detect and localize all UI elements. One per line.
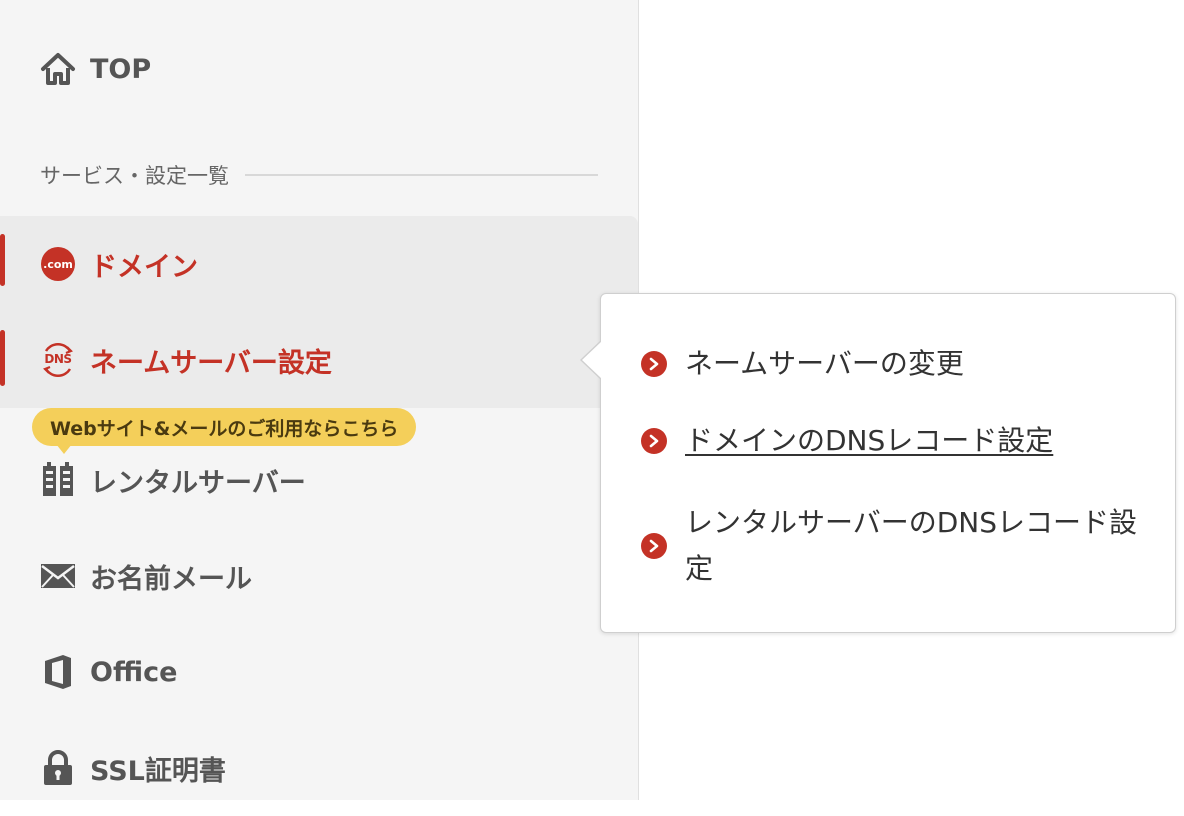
sidebar: TOP サービス・設定一覧 .com ドメイン DNS ネームサーバー設定 We… bbox=[0, 0, 639, 800]
sidebar-item-ssl[interactable]: SSL証明書 bbox=[0, 720, 638, 816]
chevron-right-icon bbox=[641, 533, 667, 559]
sidebar-item-nameserver[interactable]: DNS ネームサーバー設定 bbox=[0, 312, 638, 408]
popover-arrow-inner bbox=[582, 341, 602, 379]
submenu-link-change-nameserver[interactable]: ネームサーバーの変更 bbox=[641, 342, 1141, 386]
sidebar-item-label: ネームサーバー設定 bbox=[90, 347, 332, 379]
divider bbox=[245, 174, 598, 176]
home-icon bbox=[40, 51, 76, 87]
submenu-link-label: レンタルサーバーのDNSレコード設定 bbox=[685, 506, 1138, 585]
sidebar-item-office[interactable]: Office bbox=[0, 624, 638, 720]
sidebar-item-label: レンタルサーバー bbox=[90, 467, 306, 499]
sidebar-item-label: ドメイン bbox=[90, 251, 198, 283]
sidebar-item-label: SSL証明書 bbox=[90, 755, 226, 787]
office-icon bbox=[40, 654, 76, 690]
submenu-link-domain-dns-record[interactable]: ドメインのDNSレコード設定 bbox=[641, 419, 1141, 463]
sidebar-item-label: TOP bbox=[90, 53, 152, 85]
submenu-link-rental-dns-record[interactable]: レンタルサーバーのDNSレコード設定 bbox=[641, 500, 1141, 592]
server-icon bbox=[40, 462, 76, 498]
section-heading-text: サービス・設定一覧 bbox=[40, 164, 229, 188]
sidebar-item-label: お名前メール bbox=[90, 563, 252, 595]
section-heading: サービス・設定一覧 bbox=[40, 158, 598, 192]
envelope-icon bbox=[40, 558, 76, 594]
chevron-right-icon bbox=[641, 428, 667, 454]
submenu-link-label: ネームサーバーの変更 bbox=[685, 347, 964, 380]
dns-icon: DNS bbox=[40, 342, 76, 378]
chevron-right-icon bbox=[641, 351, 667, 377]
rental-promo-badge: Webサイト&メールのご利用ならこちら bbox=[32, 408, 417, 446]
badge-tail bbox=[56, 444, 72, 454]
sidebar-item-rental-server[interactable]: レンタルサーバー bbox=[0, 432, 638, 528]
sidebar-item-onamae-mail[interactable]: お名前メール bbox=[0, 528, 638, 624]
submenu-link-label: ドメインのDNSレコード設定 bbox=[685, 424, 1054, 457]
sidebar-item-label: Office bbox=[90, 656, 178, 688]
dot-com-icon: .com bbox=[40, 246, 76, 282]
lock-icon bbox=[40, 750, 76, 786]
sidebar-item-top[interactable]: TOP bbox=[0, 40, 638, 98]
nameserver-submenu: ネームサーバーの変更 ドメインのDNSレコード設定 レンタルサーバーのDNSレコ… bbox=[600, 293, 1176, 633]
sidebar-item-domain[interactable]: .com ドメイン bbox=[0, 216, 638, 312]
